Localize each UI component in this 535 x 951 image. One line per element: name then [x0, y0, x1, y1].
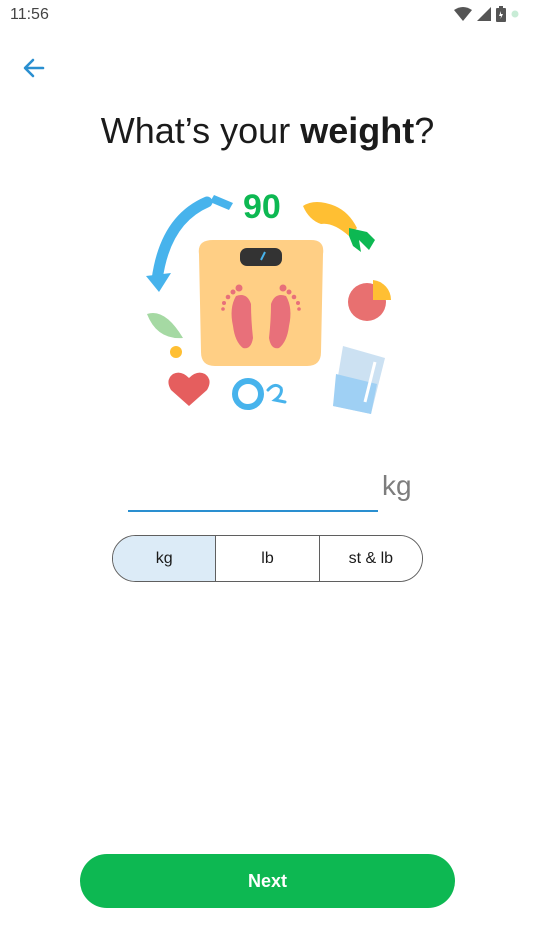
weight-illustration: 90: [146, 188, 392, 414]
arrow-left-icon: [23, 58, 45, 78]
signal-icon: [477, 7, 491, 21]
o2-icon: [232, 378, 287, 410]
status-bar: 11:56: [0, 0, 535, 30]
dot-icon: [170, 346, 182, 358]
unit-option-st-lb[interactable]: st & lb: [319, 536, 422, 581]
unit-suffix: kg: [382, 470, 412, 501]
notification-dot-icon: [511, 10, 519, 18]
leaf-icon: [147, 313, 183, 339]
scale-icon: [198, 240, 324, 366]
title-bold: weight: [300, 110, 415, 151]
status-time: 11:56: [10, 6, 49, 23]
unit-option-kg[interactable]: kg: [113, 536, 217, 581]
next-button[interactable]: Next: [80, 854, 455, 908]
battery-icon: [496, 6, 506, 22]
glass-icon: [333, 346, 385, 414]
heart-icon: [168, 372, 210, 406]
unit-toggle: kg lb st & lb: [112, 535, 423, 582]
weight-input[interactable]: [128, 462, 378, 512]
unit-option-lb[interactable]: lb: [216, 536, 320, 581]
title-suffix: ?: [414, 110, 435, 151]
pie-chart-icon: [348, 280, 392, 321]
status-icons: [454, 6, 519, 22]
page-title: What’s your weight?: [0, 110, 535, 152]
wifi-icon: [454, 7, 472, 21]
back-button[interactable]: [18, 52, 50, 84]
title-prefix: What’s your: [100, 110, 301, 151]
weight-input-group: kg: [128, 462, 418, 512]
illustration-number: 90: [243, 188, 281, 226]
